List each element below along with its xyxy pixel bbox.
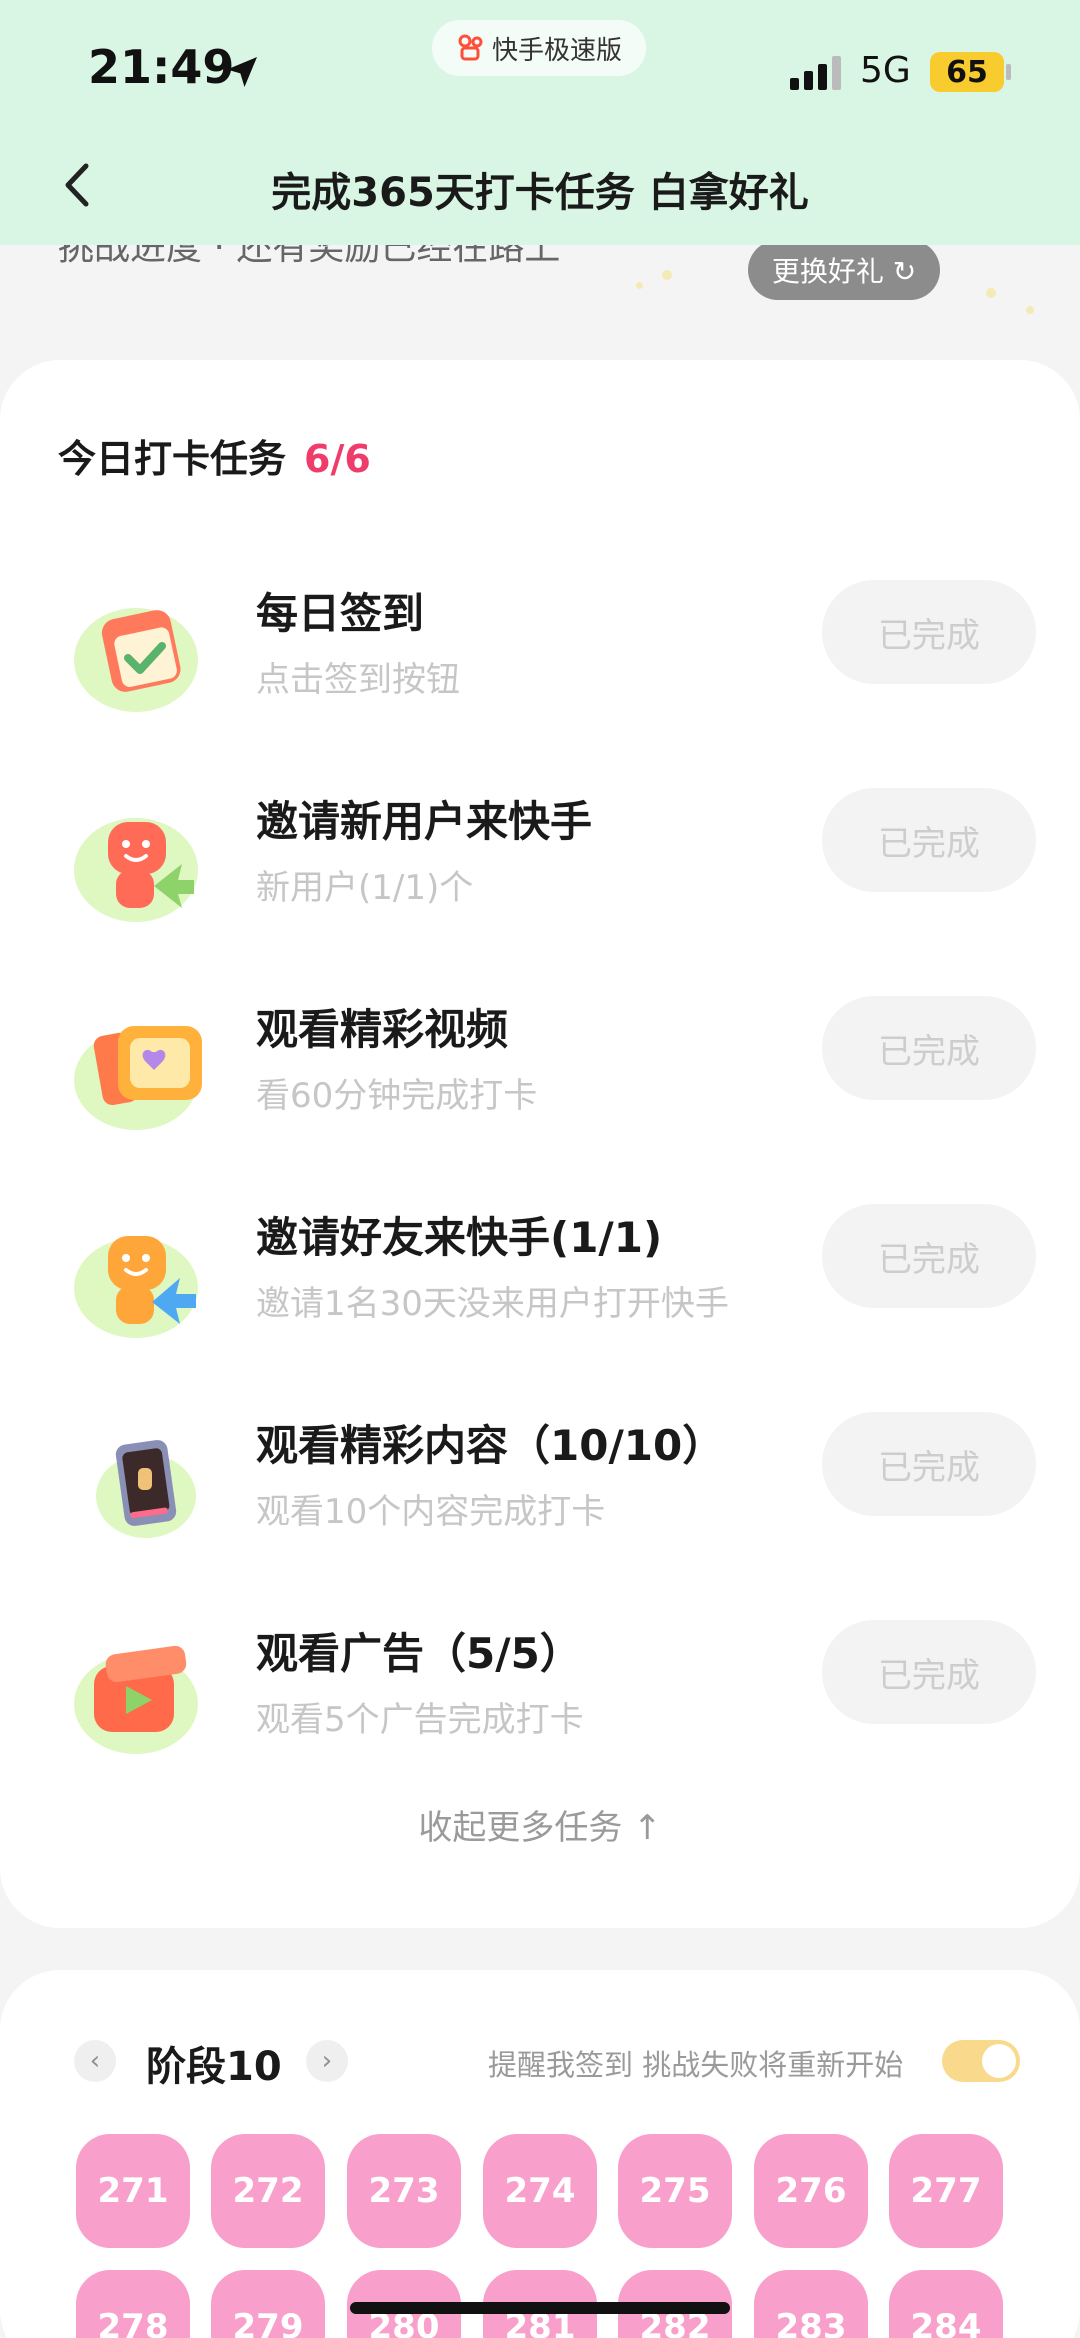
- day-cell[interactable]: 283: [754, 2270, 868, 2338]
- task-title: 邀请好友来快手(1/1): [256, 1213, 663, 1262]
- day-cell[interactable]: 284: [889, 2270, 1003, 2338]
- location-arrow-icon: [227, 57, 257, 87]
- page-title: 完成365天打卡任务 白拿好礼: [271, 170, 809, 216]
- calendar-check-icon: [74, 608, 198, 712]
- task-card-header: 今日打卡任务 6/6: [58, 428, 371, 483]
- task-completed-button[interactable]: 已完成: [822, 1204, 1036, 1308]
- ad-play-icon: [74, 1645, 198, 1754]
- task-title: 邀请新用户来快手: [256, 797, 593, 846]
- task-title: 观看精彩内容（10/10）: [256, 1421, 725, 1470]
- daily-task-card: 今日打卡任务 6/6 每日签到 点击签到按钮 已完成 邀请新用户来快手 新用户(1…: [0, 360, 1080, 1928]
- sparkle-dot: [1026, 306, 1034, 314]
- stage-label: 阶段10: [146, 2044, 282, 2090]
- task-title: 每日签到: [256, 589, 425, 638]
- task-header-label: 今日打卡任务: [58, 437, 287, 481]
- day-cell[interactable]: 278: [76, 2270, 190, 2338]
- task-row: 观看精彩内容（10/10） 观看10个内容完成打卡 已完成: [0, 1402, 1080, 1562]
- task-subtitle: 点击签到按钮: [256, 660, 460, 700]
- remind-text: 提醒我签到 挑战失败将重新开始: [488, 2048, 904, 2082]
- task-row: 每日签到 点击签到按钮 已完成: [0, 570, 1080, 730]
- home-indicator[interactable]: [350, 2302, 730, 2314]
- day-cell[interactable]: 276: [754, 2134, 868, 2248]
- stage-prev-button[interactable]: ‹: [74, 2040, 116, 2082]
- day-cell[interactable]: 279: [211, 2270, 325, 2338]
- battery-tip: [1006, 64, 1011, 80]
- task-subtitle: 新用户(1/1)个: [256, 868, 474, 908]
- task-subtitle: 观看10个内容完成打卡: [256, 1492, 606, 1532]
- phone-content-icon: [96, 1440, 196, 1538]
- invite-user-icon: [74, 818, 198, 922]
- task-completed-button[interactable]: 已完成: [822, 788, 1036, 892]
- change-gift-button[interactable]: 更换好礼 ↻: [748, 240, 940, 300]
- task-subtitle: 观看5个广告完成打卡: [256, 1700, 584, 1740]
- kuaishou-logo-icon: [458, 34, 483, 61]
- task-progress-count: 6/6: [304, 437, 371, 481]
- task-title: 观看精彩视频: [256, 1005, 509, 1054]
- battery-indicator: 65: [930, 52, 1004, 92]
- signal-strength-icon: [790, 56, 841, 90]
- chevron-left-icon: ‹: [89, 2046, 101, 2076]
- invite-friend-icon: [74, 1236, 198, 1338]
- task-completed-button[interactable]: 已完成: [822, 996, 1036, 1100]
- task-completed-button[interactable]: 已完成: [822, 1620, 1036, 1724]
- network-type-label: 5G: [860, 50, 911, 91]
- task-row: 邀请新用户来快手 新用户(1/1)个 已完成: [0, 778, 1080, 938]
- toggle-knob: [982, 2044, 1016, 2078]
- day-cell[interactable]: 275: [618, 2134, 732, 2248]
- sparkle-dot: [636, 282, 643, 289]
- day-cell[interactable]: 274: [483, 2134, 597, 2248]
- sparkle-dot: [662, 270, 672, 280]
- task-title: 观看广告（5/5）: [256, 1629, 582, 1678]
- remind-toggle[interactable]: [942, 2040, 1020, 2082]
- change-gift-label: 更换好礼 ↻: [771, 255, 917, 288]
- app-indicator-pill[interactable]: 快手极速版: [432, 20, 646, 76]
- task-subtitle: 看60分钟完成打卡: [256, 1076, 538, 1116]
- sparkle-dot: [986, 288, 996, 298]
- chevron-right-icon: ›: [321, 2046, 333, 2076]
- day-cell[interactable]: 273: [347, 2134, 461, 2248]
- app-header: 21:49 快手极速版 5G 65 完成365天打卡任务 白拿好礼: [0, 0, 1080, 245]
- battery-level: 65: [946, 54, 988, 90]
- task-row: 观看精彩视频 看60分钟完成打卡 已完成: [0, 986, 1080, 1146]
- task-row: 邀请好友来快手(1/1) 邀请1名30天没来用户打开快手 已完成: [0, 1194, 1080, 1354]
- task-completed-button[interactable]: 已完成: [822, 580, 1036, 684]
- day-cell[interactable]: 277: [889, 2134, 1003, 2248]
- day-cell[interactable]: 271: [76, 2134, 190, 2248]
- collapse-tasks-button[interactable]: 收起更多任务 ↑: [0, 1800, 1080, 1849]
- task-row: 观看广告（5/5） 观看5个广告完成打卡 已完成: [0, 1610, 1080, 1770]
- task-completed-button[interactable]: 已完成: [822, 1412, 1036, 1516]
- app-name-label: 快手极速版: [491, 35, 622, 66]
- day-cell[interactable]: 272: [211, 2134, 325, 2248]
- status-time: 21:49: [88, 40, 235, 94]
- task-subtitle: 邀请1名30天没来用户打开快手: [256, 1284, 729, 1324]
- video-player-icon: [74, 1026, 202, 1130]
- stage-next-button[interactable]: ›: [306, 2040, 348, 2082]
